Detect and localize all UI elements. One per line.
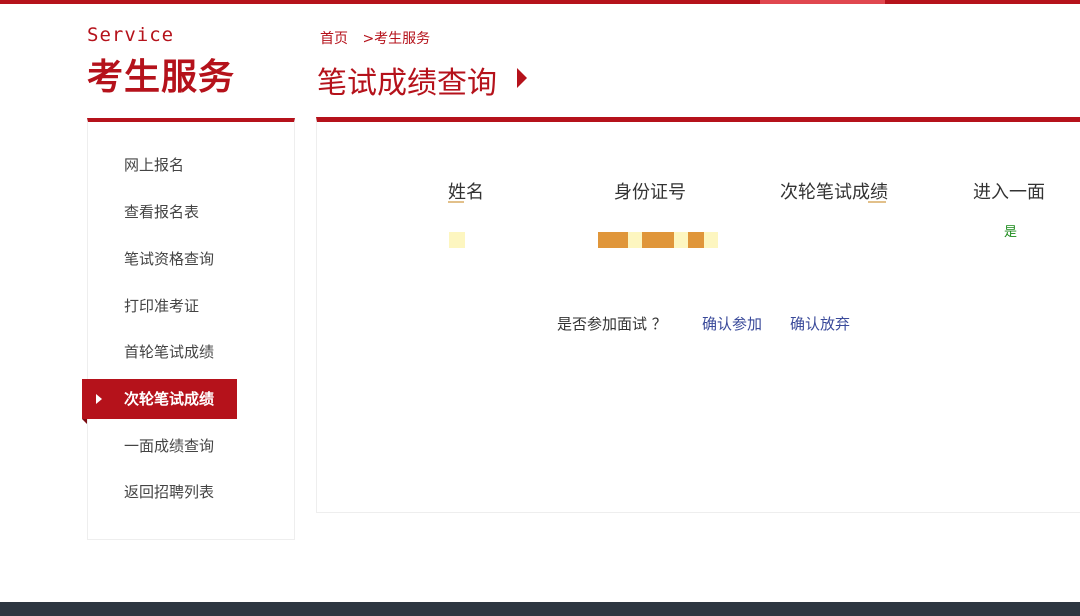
results-panel xyxy=(316,117,1080,513)
sidebar-item-first-round-score[interactable]: 首轮笔试成绩 xyxy=(124,342,214,362)
footer-bar xyxy=(0,602,1080,616)
sidebar-item-back-to-job-list[interactable]: 返回招聘列表 xyxy=(124,482,214,502)
confirm-decline-link[interactable]: 确认放弃 xyxy=(790,313,850,334)
sidebar-item-first-interview-score[interactable]: 一面成绩查询 xyxy=(124,436,214,456)
sidebar-item-label: 次轮笔试成绩 xyxy=(124,390,215,408)
sidebar-title-cn: 考生服务 xyxy=(87,56,236,98)
sidebar-item-view-registration-form[interactable]: 查看报名表 xyxy=(124,202,199,222)
interview-confirm-question: 是否参加面试 ？ xyxy=(557,315,667,333)
column-header-enter-interview: 进入一面 xyxy=(973,182,1045,203)
caret-right-icon xyxy=(517,68,527,88)
caret-right-icon xyxy=(96,394,102,404)
column-header-underline xyxy=(448,201,464,203)
sidebar-header: Service 考生服务 xyxy=(87,24,235,100)
masked-name-value xyxy=(449,232,465,248)
confirm-attend-link[interactable]: 确认参加 xyxy=(702,313,762,334)
sidebar-item-online-registration[interactable]: 网上报名 xyxy=(124,155,184,175)
breadcrumb-current[interactable]: >考生服务 xyxy=(362,31,430,47)
sidebar-item-print-admission-ticket[interactable]: 打印准考证 xyxy=(124,296,199,316)
column-header-underline xyxy=(868,201,886,203)
breadcrumb-home-link[interactable]: 首页 xyxy=(320,31,348,47)
breadcrumb: 首页 >考生服务 xyxy=(320,28,430,48)
top-accent-bar xyxy=(0,0,1080,4)
sidebar-item-written-qualification[interactable]: 笔试资格查询 xyxy=(124,249,214,269)
enter-interview-value: 是 xyxy=(1004,225,1018,240)
page-title: 笔试成绩查询 xyxy=(317,66,497,101)
column-header-id-number: 身份证号 xyxy=(614,182,686,203)
top-accent-highlight xyxy=(760,0,885,4)
sidebar-title-en: Service xyxy=(87,24,175,46)
sidebar-menu xyxy=(87,118,295,540)
sidebar-item-second-round-score[interactable]: 次轮笔试成绩 xyxy=(82,379,237,424)
